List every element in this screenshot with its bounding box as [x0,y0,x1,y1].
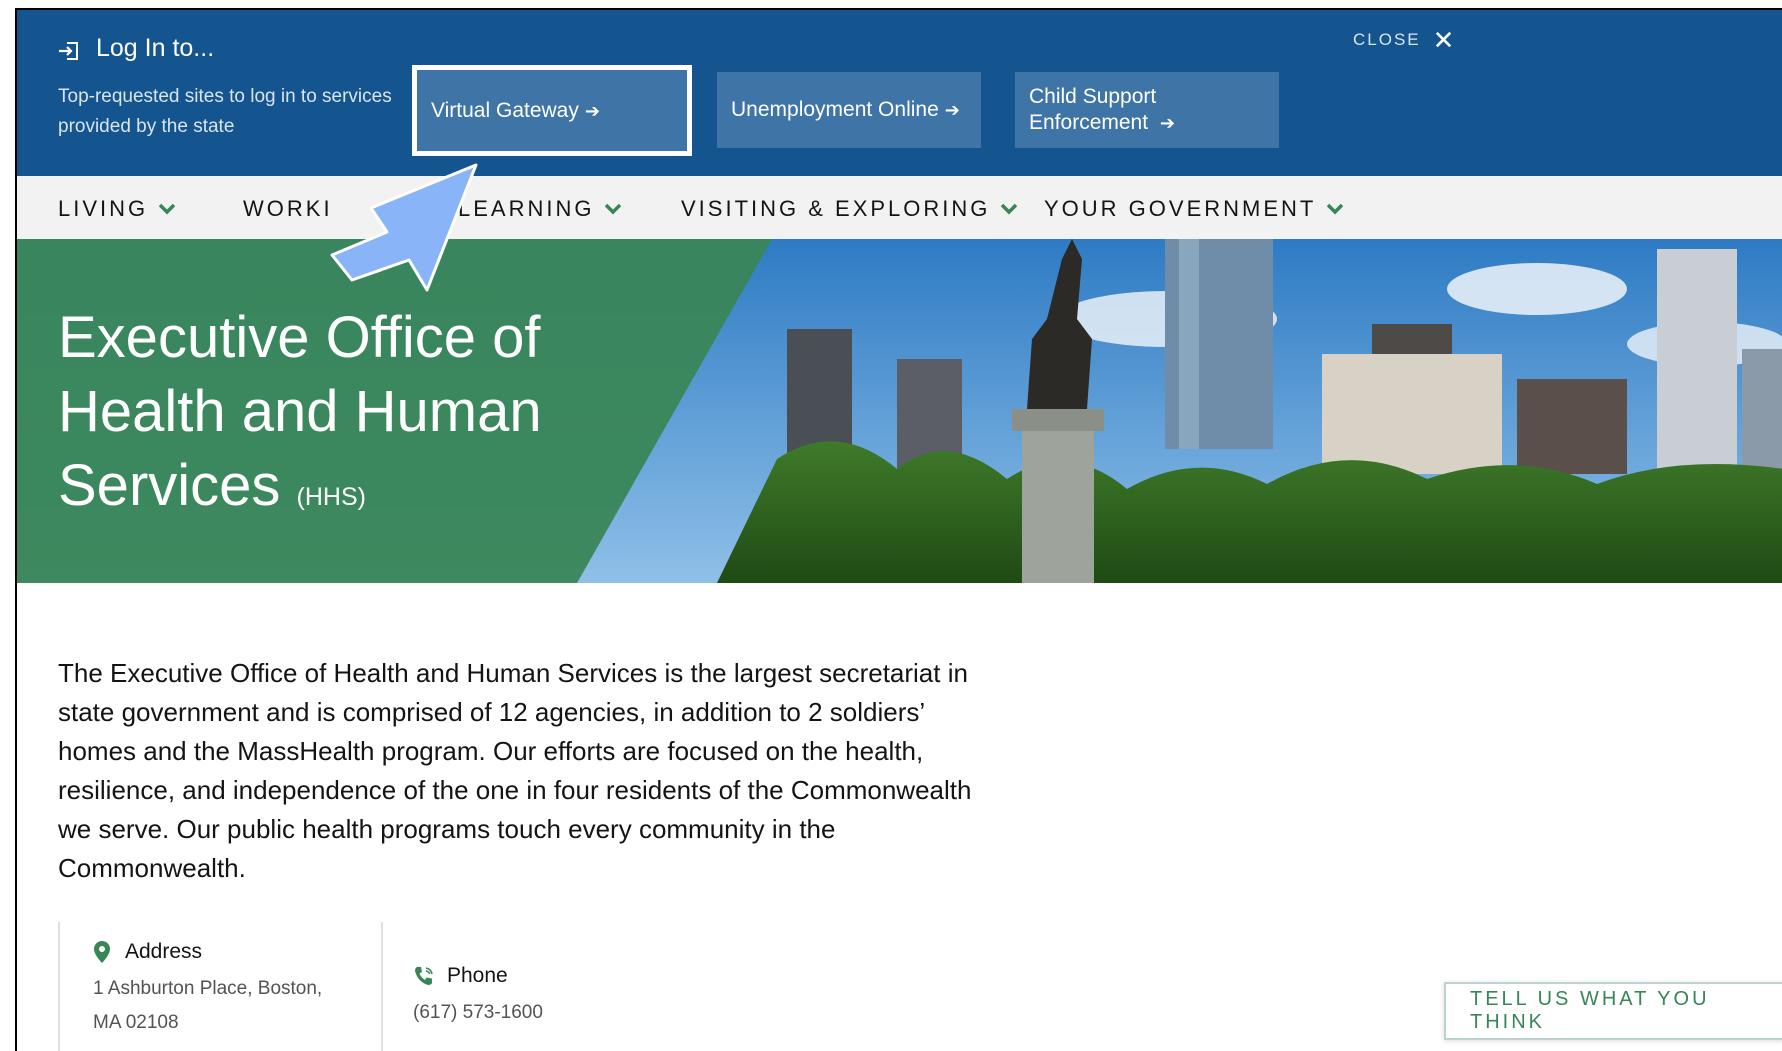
unemployment-online-button[interactable]: Unemployment Online ➔ [717,72,981,148]
nav-label: VISITING & EXPLORING [681,196,991,221]
phone-label: Phone [447,964,508,987]
arrow-right-icon: ➔ [584,100,600,121]
pointer-arrow-icon [330,163,478,292]
login-description: Top-requested sites to log in to service… [58,86,392,137]
nav-item-your-government[interactable]: YOUR GOVERNMENT [1044,196,1344,222]
arrow-right-icon: ➔ [944,100,960,120]
address-block: Address 1 Ashburton Place, Boston, MA 02… [93,940,322,1040]
nav-label: LIVING [58,196,149,221]
title-line: Health and Human [58,379,542,444]
address-line: MA 02108 [93,1012,179,1033]
login-heading: Log In to... [58,34,214,63]
close-icon: ✕ [1432,25,1457,55]
intro-paragraph: The Executive Office of Health and Human… [58,658,972,883]
chevron-down-icon [605,203,622,215]
feedback-label: TELL US WHAT YOU THINK [1470,988,1710,1033]
close-button[interactable]: CLOSE ✕ [1353,25,1457,55]
title-line: Executive Office of [58,305,541,370]
virtual-gateway-label: Virtual Gateway [431,98,579,122]
close-label: CLOSE [1353,30,1421,49]
divider [58,922,60,1051]
unemployment-online-label: Unemployment Online [731,98,939,121]
login-panel: Log In to... Top-requested sites to log … [17,10,1782,176]
title-abbreviation: (HHS) [296,483,366,511]
title-line: Services [58,453,281,518]
page-title: Executive Office of Health and Human Ser… [58,301,542,534]
nav-item-visiting-exploring[interactable]: VISITING & EXPLORING [681,196,1018,222]
virtual-gateway-button[interactable]: Virtual Gateway ➔ [412,65,692,156]
address-label: Address [125,940,203,963]
login-title: Log In to... [96,34,215,62]
nav-item-working[interactable]: WORKI [243,196,333,222]
chevron-down-icon [1001,203,1018,215]
address-line: 1 Ashburton Place, Boston, [93,978,323,999]
hero-banner: Executive Office of Health and Human Ser… [17,239,1782,583]
chevron-down-icon [1327,203,1344,215]
address-value: 1 Ashburton Place, Boston, MA 02108 [93,972,322,1040]
child-support-enforcement-button[interactable]: Child Support Enforcement ➔ [1015,72,1279,148]
browser-viewport: Log In to... Top-requested sites to log … [15,8,1782,1051]
nav-label: YOUR GOVERNMENT [1044,196,1317,221]
divider [381,922,383,1051]
phone-heading: Phone [413,964,543,988]
arrow-right-icon: ➔ [1159,113,1175,133]
child-support-enforcement-label: Child Support Enforcement [1029,85,1157,134]
map-pin-icon [94,941,110,963]
address-heading: Address [93,940,322,964]
phone-icon [415,967,433,985]
chevron-down-icon [158,203,176,215]
nav-label: WORKI [243,196,333,221]
login-icon [58,39,80,60]
main-nav: LIVING WORKI LEARNING VISITING & EXPLORI… [17,176,1782,239]
nav-item-living[interactable]: LIVING [58,196,176,222]
phone-value[interactable]: (617) 573-1600 [413,996,543,1030]
feedback-button[interactable]: TELL US WHAT YOU THINK [1444,982,1782,1040]
phone-block: Phone (617) 573-1600 [413,964,543,1030]
